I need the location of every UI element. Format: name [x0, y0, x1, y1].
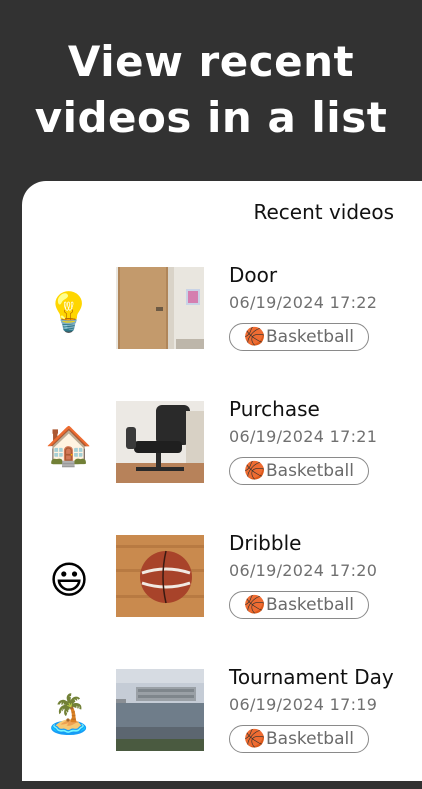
basketball-icon: 🏀 [244, 595, 266, 615]
category-label: Basketball [266, 461, 354, 481]
category-label: Basketball [266, 729, 354, 749]
house-icon: 🏠 [45, 424, 93, 468]
headline-line-1: View recent [67, 37, 355, 86]
video-thumbnail-building[interactable] [116, 669, 204, 751]
promo-headline: View recent videos in a list [0, 34, 422, 146]
island-icon: 🏝️ [45, 692, 93, 736]
video-thumbnail-ball[interactable] [116, 535, 204, 617]
video-title: Purchase [229, 397, 320, 421]
panel-title: Recent videos [253, 200, 394, 224]
category-tag[interactable]: 🏀 Basketball [229, 591, 369, 619]
headline-line-2: videos in a list [34, 93, 388, 142]
video-date: 06/19/2024 17:22 [229, 293, 378, 312]
video-thumbnail-door[interactable] [116, 267, 204, 349]
category-tag[interactable]: 🏀 Basketball [229, 457, 369, 485]
video-list-item[interactable]: 🏝️ Tournament Day 06/19/2024 17:19 🏀 Bas… [0, 665, 422, 789]
basketball-icon: 🏀 [244, 461, 266, 481]
lightbulb-icon: 💡 [45, 290, 93, 334]
video-date: 06/19/2024 17:21 [229, 427, 378, 446]
video-thumbnail-chair[interactable] [116, 401, 204, 483]
basketball-icon: 🏀 [244, 327, 266, 347]
category-tag[interactable]: 🏀 Basketball [229, 323, 369, 351]
video-title: Door [229, 263, 278, 287]
video-list-item[interactable]: 😃 Dribble 06/19/2024 17:20 🏀 Basketball [0, 531, 422, 655]
video-title: Tournament Day [229, 665, 394, 689]
video-title: Dribble [229, 531, 302, 555]
video-list-item[interactable]: 🏠 Purchase 06/19/2024 17:21 🏀 Basketball [0, 397, 422, 521]
category-label: Basketball [266, 327, 354, 347]
category-tag[interactable]: 🏀 Basketball [229, 725, 369, 753]
video-date: 06/19/2024 17:20 [229, 561, 378, 580]
video-date: 06/19/2024 17:19 [229, 695, 378, 714]
video-list-item[interactable]: 💡 Door 06/19/2024 17:22 🏀 Basketball [0, 263, 422, 387]
smiley-icon: 😃 [49, 558, 89, 602]
category-label: Basketball [266, 595, 354, 615]
basketball-icon: 🏀 [244, 729, 266, 749]
